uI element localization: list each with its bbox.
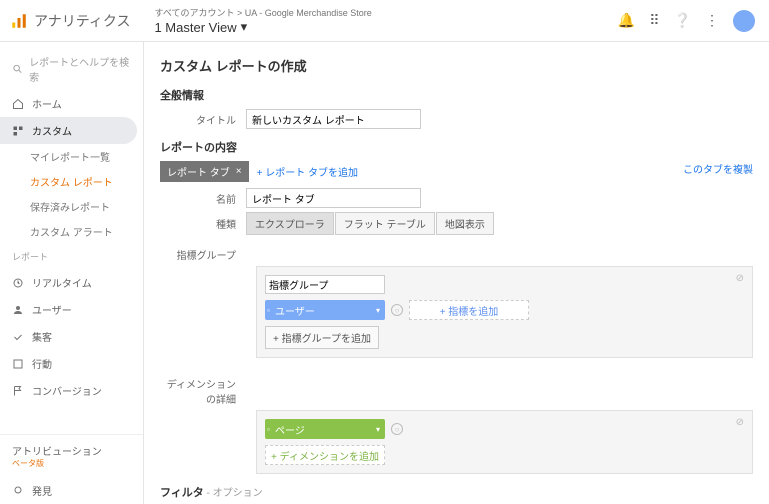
chevron-down-icon: ▾: [241, 19, 248, 35]
nav-attribution[interactable]: アトリビューションベータ版: [0, 435, 143, 477]
nav-sub-saved[interactable]: 保存済みレポート: [0, 194, 143, 219]
user-icon: [12, 304, 24, 316]
section-filter: フィルタ - オプション: [160, 484, 753, 500]
lock-icon: ▫: [267, 425, 270, 434]
nav-realtime[interactable]: リアルタイム: [0, 269, 143, 296]
main-content: カスタム レポートの作成 全般情報 タイトル レポートの内容 このタブを複製 レ…: [144, 42, 769, 504]
product-name: アナリティクス: [34, 11, 130, 31]
type-buttons: エクスプローラ フラット テーブル 地図表示: [246, 212, 494, 235]
metrics-label: 指標グループ: [160, 239, 246, 262]
connector-icon: ○: [391, 423, 403, 435]
breadcrumb[interactable]: すべてのアカウント > UA - Google Merchandise Stor…: [154, 6, 371, 35]
top-icons: 🔔 ⠿ ❔ ⋮: [618, 10, 755, 32]
close-icon[interactable]: ×: [236, 166, 242, 177]
section-content: レポートの内容: [160, 139, 753, 155]
help-icon[interactable]: ❔: [674, 12, 691, 29]
acquisition-icon: [12, 331, 24, 343]
search-icon: [12, 63, 23, 75]
bulb-icon: [12, 485, 24, 497]
dim-panel: ⊘ ▫ページ▾ ○ + ディメンションを追加: [256, 410, 753, 474]
nav-user[interactable]: ユーザー: [0, 296, 143, 323]
flag-icon: [12, 385, 24, 397]
add-tab-link[interactable]: + レポート タブを追加: [257, 164, 358, 179]
apps-icon[interactable]: ⠿: [649, 12, 659, 29]
sidebar: レポートとヘルプを検索 ホーム カスタム マイレポート一覧 カスタム レポート …: [0, 42, 144, 504]
home-icon: [12, 98, 24, 110]
search-input[interactable]: レポートとヘルプを検索: [0, 48, 143, 90]
behavior-icon: [12, 358, 24, 370]
lock-icon: ▫: [267, 306, 270, 315]
type-flat[interactable]: フラット テーブル: [335, 212, 435, 235]
close-icon[interactable]: ⊘: [736, 273, 744, 284]
nav-discover[interactable]: 発見: [0, 477, 143, 504]
metric-group-input[interactable]: [265, 275, 385, 294]
nav-custom[interactable]: カスタム: [0, 117, 137, 144]
user-metric-pill[interactable]: ▫ユーザー▾: [265, 300, 385, 320]
nav-conversion[interactable]: コンバージョン: [0, 377, 143, 404]
add-metric-button[interactable]: + 指標を追加: [409, 300, 529, 320]
report-tab-chip[interactable]: レポート タブ×: [160, 161, 249, 182]
custom-icon: [12, 125, 24, 137]
avatar[interactable]: [733, 10, 755, 32]
dim-label: ディメンションの詳細: [160, 368, 246, 406]
type-label: 種類: [160, 216, 246, 231]
chevron-down-icon: ▾: [376, 425, 380, 434]
analytics-icon: [10, 12, 28, 30]
section-general: 全般情報: [160, 87, 753, 103]
nav-sub-alert[interactable]: カスタム アラート: [0, 219, 143, 244]
name-label: 名前: [160, 191, 246, 206]
reports-head: レポート: [0, 244, 143, 269]
add-dim-button[interactable]: + ディメンションを追加: [265, 445, 385, 465]
page-dim-pill[interactable]: ▫ページ▾: [265, 419, 385, 439]
title-input[interactable]: [246, 109, 421, 129]
metrics-panel: ⊘ ▫ユーザー▾ ○ + 指標を追加 + 指標グループを追加: [256, 266, 753, 358]
bell-icon[interactable]: 🔔: [618, 12, 635, 29]
nav-acquisition[interactable]: 集客: [0, 323, 143, 350]
duplicate-tab-link[interactable]: このタブを複製: [683, 161, 753, 176]
page-title: カスタム レポートの作成: [160, 56, 753, 75]
clock-icon: [12, 277, 24, 289]
type-explorer[interactable]: エクスプローラ: [246, 212, 334, 235]
connector-icon: ○: [391, 304, 403, 316]
nav-behavior[interactable]: 行動: [0, 350, 143, 377]
nav-sub-myreports[interactable]: マイレポート一覧: [0, 144, 143, 169]
add-group-button[interactable]: + 指標グループを追加: [265, 326, 379, 349]
name-input[interactable]: [246, 188, 421, 208]
top-bar: アナリティクス すべてのアカウント > UA - Google Merchand…: [0, 0, 769, 42]
chevron-down-icon: ▾: [376, 306, 380, 315]
nav-sub-custom-report[interactable]: カスタム レポート: [0, 169, 143, 194]
close-icon[interactable]: ⊘: [736, 417, 744, 428]
nav-home[interactable]: ホーム: [0, 90, 143, 117]
title-label: タイトル: [160, 112, 246, 127]
more-icon[interactable]: ⋮: [705, 12, 719, 29]
view-title: 1 Master View▾: [154, 19, 371, 35]
type-map[interactable]: 地図表示: [436, 212, 494, 235]
breadcrumb-path: すべてのアカウント > UA - Google Merchandise Stor…: [154, 6, 371, 19]
logo: アナリティクス: [10, 11, 130, 31]
